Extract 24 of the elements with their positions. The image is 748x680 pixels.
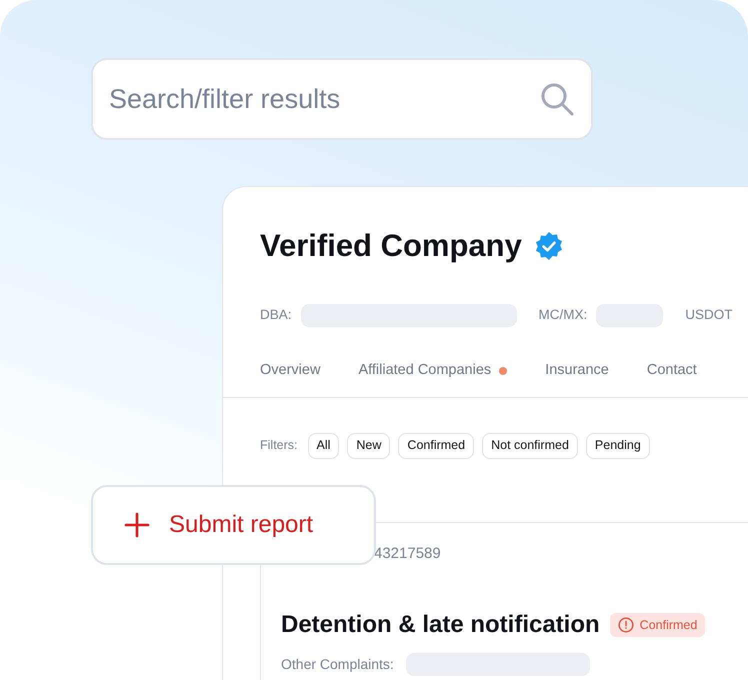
status-badge: Confirmed (610, 613, 706, 637)
tab[interactable]: Overview (260, 360, 320, 382)
other-complaints-label: Other Complaints: (281, 655, 394, 674)
search-field[interactable]: Search/filter results (91, 58, 593, 140)
search-icon[interactable] (539, 81, 575, 117)
submit-report-button[interactable]: Submit report (91, 485, 376, 565)
filter-chip[interactable]: All (308, 432, 340, 458)
company-name: Verified Company (260, 227, 522, 265)
tab[interactable]: Insurance (545, 360, 609, 382)
search-input[interactable]: Search/filter results (109, 78, 539, 120)
field-label: MC/MX: (538, 306, 588, 324)
filters-label: Filters: (260, 437, 298, 454)
plus-icon (123, 511, 151, 539)
report-title: Detention & late notification (281, 610, 600, 640)
filter-chip[interactable]: Not confirmed (482, 432, 578, 458)
filter-chip[interactable]: New (347, 432, 390, 458)
tab[interactable]: Contact (646, 360, 697, 382)
report-number: 43217589 (374, 544, 441, 564)
field-label: DBA: (260, 306, 292, 324)
filter-chip[interactable]: Confirmed (398, 432, 474, 458)
field-label: USDOT (685, 306, 733, 324)
alert-icon (618, 617, 634, 633)
filter-chip[interactable]: Pending (586, 432, 650, 458)
tab[interactable]: Affiliated Companies (358, 360, 508, 382)
